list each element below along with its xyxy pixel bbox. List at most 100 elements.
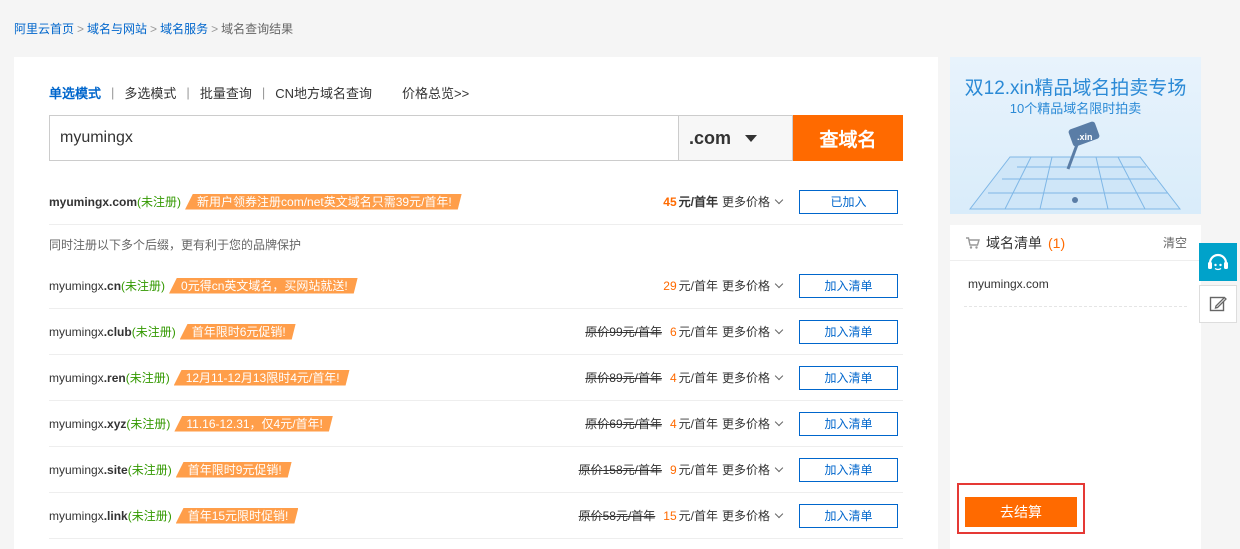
price-value: 15 [663, 508, 677, 523]
price-area: 原价69元/首年 4 元/首年 更多价格 加入清单 [585, 411, 898, 436]
price-area: 原价158元/首年 9 元/首年 更多价格 加入清单 [578, 457, 898, 482]
chevron-down-icon [774, 279, 784, 288]
checkout-button[interactable]: 去结算 [965, 497, 1077, 527]
add-to-list-button[interactable]: 加入清单 [799, 365, 898, 390]
domain-cart: 域名清单 (1) 清空 myumingx.com 去结算 [950, 225, 1201, 549]
banner-title: 双12.xin精品域名拍卖专场 [964, 78, 1187, 99]
result-domain-tld: .link [103, 509, 128, 523]
result-row-link: myumingx.link(未注册) 首年15元限时促销! 原价58元/首年 1… [49, 493, 903, 539]
result-domain-tld: .ren [103, 371, 126, 385]
original-price: 原价58元/首年 [578, 509, 656, 523]
clear-cart-link[interactable]: 清空 [1163, 234, 1187, 251]
caret-down-icon [745, 134, 758, 142]
result-domain-tld: .site [103, 463, 128, 477]
price-overview-link[interactable]: 价格总览>> [402, 83, 469, 102]
tab-multi-mode[interactable]: 多选模式 [124, 83, 176, 102]
breadcrumb-domain-website-link[interactable]: 域名与网站 [87, 22, 147, 36]
more-prices-dropdown[interactable]: 更多价格 [721, 323, 784, 340]
result-list: myumingx.com(未注册) 新用户领券注册com/net英文域名只需39… [49, 179, 903, 539]
add-to-list-button[interactable]: 加入清单 [799, 319, 898, 344]
tab-single-mode[interactable]: 单选模式 [49, 83, 101, 102]
status-unregistered: (未注册) [125, 371, 170, 385]
result-domain-prefix: myumingx [49, 463, 104, 477]
breadcrumb-separator: > [150, 22, 158, 36]
more-prices-dropdown[interactable]: 更多价格 [722, 277, 784, 294]
promo-badge: 11.16-12.31，仅4元/首年! [174, 416, 333, 432]
search-domain-button[interactable]: 查域名 [793, 115, 903, 161]
headset-icon [1208, 253, 1228, 271]
price-unit: 元/首年 [678, 463, 718, 477]
cart-icon [966, 236, 980, 249]
tab-divider: | [111, 85, 115, 100]
customer-service-button[interactable] [1199, 243, 1237, 281]
chevron-down-icon [774, 195, 784, 204]
result-domain-prefix: myumingx [49, 371, 104, 385]
result-domain: myumingx.ren(未注册) [49, 369, 170, 386]
hammer-label: .xin [1077, 132, 1093, 142]
search-mode-tabs: 单选模式 | 多选模式 | 批量查询 | CN地方域名查询 价格总览>> [49, 83, 469, 102]
more-prices-label: 更多价格 [721, 463, 770, 477]
result-domain-prefix: myumingx [49, 509, 104, 523]
feedback-button[interactable] [1199, 285, 1237, 323]
promo-badge: 首年15元限时促销! [176, 508, 299, 524]
status-unregistered: (未注册) [127, 463, 172, 477]
more-prices-label: 更多价格 [721, 417, 770, 431]
breadcrumb: 阿里云首页 > 域名与网站 > 域名服务 > 域名查询结果 [14, 20, 293, 37]
price-value: 9 [669, 462, 677, 477]
main-panel: 单选模式 | 多选模式 | 批量查询 | CN地方域名查询 价格总览>> .co… [14, 57, 938, 549]
price-value: 6 [669, 324, 677, 339]
result-domain-tld: .com [109, 195, 138, 209]
price-area: 原价89元/首年 4 元/首年 更多价格 加入清单 [585, 365, 898, 390]
add-to-list-button[interactable]: 加入清单 [799, 503, 898, 528]
status-unregistered: (未注册) [126, 417, 171, 431]
result-row-com: myumingx.com(未注册) 新用户领券注册com/net英文域名只需39… [49, 179, 903, 225]
more-prices-dropdown[interactable]: 更多价格 [721, 415, 784, 432]
price-area: 29 元/首年 更多价格 加入清单 [663, 273, 898, 298]
result-domain-prefix: myumingx [49, 279, 104, 293]
tab-batch-query[interactable]: 批量查询 [200, 83, 252, 102]
price-value: 45 [663, 194, 677, 209]
original-price: 原价158元/首年 [578, 463, 662, 477]
price-unit: 元/首年 [678, 325, 718, 339]
domain-search-bar: .com 查域名 [49, 115, 903, 161]
more-prices-dropdown[interactable]: 更多价格 [721, 461, 784, 478]
added-button[interactable]: 已加入 [799, 189, 898, 214]
more-prices-label: 更多价格 [721, 195, 770, 209]
promo-badge: 首年限时9元促销! [176, 462, 292, 478]
status-unregistered: (未注册) [131, 325, 176, 339]
price-value: 4 [669, 370, 677, 385]
result-domain-prefix: myumingx [49, 195, 110, 209]
price-area: 原价99元/首年 6 元/首年 更多价格 加入清单 [585, 319, 898, 344]
add-to-list-button[interactable]: 加入清单 [799, 273, 898, 298]
add-to-list-button[interactable]: 加入清单 [799, 457, 898, 482]
more-prices-dropdown[interactable]: 更多价格 [722, 507, 784, 524]
status-unregistered: (未注册) [121, 279, 166, 293]
xin-auction-banner[interactable]: 双12.xin精品域名拍卖专场 10个精品域名限时拍卖 .xin [950, 57, 1201, 214]
result-row-cn: myumingx.cn(未注册) 0元得cn英文域名，买网站就送! 29 元/首… [49, 263, 903, 309]
cart-item: myumingx.com [964, 261, 1187, 307]
price-area: 原价58元/首年 15 元/首年 更多价格 加入清单 [578, 503, 898, 528]
promo-badge: 0元得cn英文域名，买网站就送! [169, 278, 358, 294]
tld-select[interactable]: .com [678, 115, 793, 161]
result-domain-tld: .xyz [103, 417, 127, 431]
tab-cn-local-query[interactable]: CN地方域名查询 [275, 83, 372, 102]
result-domain: myumingx.cn(未注册) [49, 277, 165, 294]
breadcrumb-current: 域名查询结果 [221, 22, 294, 36]
result-row-site: myumingx.site(未注册) 首年限时9元促销! 原价158元/首年 9… [49, 447, 903, 493]
edit-icon [1209, 296, 1227, 312]
breadcrumb-domain-service-link[interactable]: 域名服务 [160, 22, 208, 36]
tab-divider: | [186, 85, 190, 100]
result-row-club: myumingx.club(未注册) 首年限时6元促销! 原价99元/首年 6 … [49, 309, 903, 355]
add-to-list-button[interactable]: 加入清单 [799, 411, 898, 436]
cart-header: 域名清单 (1) 清空 [950, 225, 1201, 261]
more-prices-dropdown[interactable]: 更多价格 [722, 369, 784, 386]
breadcrumb-home-link[interactable]: 阿里云首页 [14, 22, 74, 36]
result-row-ren: myumingx.ren(未注册) 12月11-12月13限时4元/首年! 原价… [49, 355, 903, 401]
result-domain-prefix: myumingx [49, 417, 104, 431]
more-prices-label: 更多价格 [721, 325, 770, 339]
promo-badge: 新用户领券注册com/net英文域名只需39元/首年! [185, 194, 462, 210]
original-price: 原价69元/首年 [585, 417, 662, 431]
domain-search-input[interactable] [49, 115, 678, 161]
price-unit: 元/首年 [678, 371, 718, 385]
more-prices-dropdown[interactable]: 更多价格 [721, 193, 784, 210]
